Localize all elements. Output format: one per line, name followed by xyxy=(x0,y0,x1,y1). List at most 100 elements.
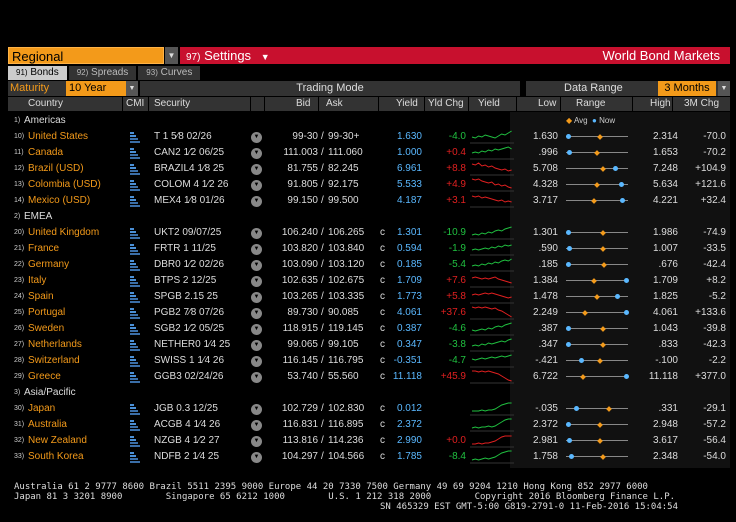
security-name[interactable]: BTPS 2 12/25 xyxy=(154,273,216,289)
security-name[interactable]: CAN2 1⁄2 06/25 xyxy=(154,145,224,161)
security-name[interactable]: NZGB 4 1⁄2 27 xyxy=(154,433,220,449)
table-row[interactable]: 26) Sweden SGB2 1⁄2 05/25 ▼ 118.915/119.145 c… xyxy=(8,321,730,337)
country-name[interactable]: Mexico (USD) xyxy=(28,193,90,209)
table-row[interactable]: 24) Spain SPGB 2.15 25 ▼ 103.265/103.335 c 1.7… xyxy=(8,289,730,305)
security-menu-icon[interactable]: ▼ xyxy=(251,180,262,191)
security-menu-icon[interactable]: ▼ xyxy=(251,404,262,415)
security-name[interactable]: MEX4 1⁄8 01/26 xyxy=(154,193,225,209)
table-row[interactable]: 12) Brazil (USD) BRAZIL4 1⁄8 25 ▼ 81.755/ 82.… xyxy=(8,161,730,177)
group-header[interactable]: 2) EMEA xyxy=(8,209,730,225)
security-name[interactable]: FRTR 1 11/25 xyxy=(154,241,216,257)
security-menu-icon[interactable]: ▼ xyxy=(251,292,262,303)
security-menu-icon[interactable]: ▼ xyxy=(251,132,262,143)
header-cmi[interactable]: CMI xyxy=(126,97,144,111)
table-row[interactable]: 29) Greece GGB3 02/24/26 ▼ 53.740/55.560 c 11.… xyxy=(8,369,730,385)
security-name[interactable]: JGB 0.3 12/25 xyxy=(154,401,218,417)
security-menu-icon[interactable]: ▼ xyxy=(251,372,262,383)
table-row[interactable]: 32) New Zealand NZGB 4 1⁄2 27 ▼ 113.816/ 114.… xyxy=(8,433,730,449)
region-dropdown-icon[interactable]: ▼ xyxy=(164,47,178,64)
table-row[interactable]: 23) Italy BTPS 2 12/25 ▼ 102.635/102.675 c 1.7… xyxy=(8,273,730,289)
header-security[interactable]: Security xyxy=(154,97,190,111)
security-name[interactable]: ACGB 4 1⁄4 26 xyxy=(154,417,220,433)
header-yld-chg[interactable]: Yld Chg xyxy=(428,97,464,111)
security-name[interactable]: SPGB 2.15 25 xyxy=(154,289,218,305)
security-menu-icon[interactable]: ▼ xyxy=(251,196,262,207)
security-menu-icon[interactable]: ▼ xyxy=(251,164,262,175)
security-menu-icon[interactable]: ▼ xyxy=(251,340,262,351)
header-high[interactable]: High xyxy=(650,97,671,111)
table-row[interactable]: 22) Germany DBR0 1⁄2 02/26 ▼ 103.090/ 103.120… xyxy=(8,257,730,273)
security-menu-icon[interactable]: ▼ xyxy=(251,324,262,335)
table-row[interactable]: 21) France FRTR 1 11/25 ▼ 103.820/103.840 c 0.… xyxy=(8,241,730,257)
country-name[interactable]: Portugal xyxy=(28,305,65,321)
table-row[interactable]: 31) Australia ACGB 4 1⁄4 26 ▼ 116.831/ 116.89… xyxy=(8,417,730,433)
security-menu-icon[interactable]: ▼ xyxy=(251,420,262,431)
maturity-select[interactable]: 10 Year xyxy=(66,81,126,96)
header-country[interactable]: Country xyxy=(28,97,63,111)
security-name[interactable]: NDFB 2 1⁄4 25 xyxy=(154,449,219,465)
country-name[interactable]: United Kingdom xyxy=(28,225,99,241)
security-menu-icon[interactable]: ▼ xyxy=(251,148,262,159)
country-name[interactable]: Germany xyxy=(28,257,69,273)
country-name[interactable]: Spain xyxy=(28,289,54,305)
table-row[interactable]: 11) Canada CAN2 1⁄2 06/25 ▼ 111.003/ 111.060 1… xyxy=(8,145,730,161)
chevron-down-icon[interactable]: ▼ xyxy=(261,52,270,62)
table-row[interactable]: 20) United Kingdom UKT2 09/07/25 ▼ 106.240/ 1… xyxy=(8,225,730,241)
country-name[interactable]: Greece xyxy=(28,369,61,385)
header-bid[interactable]: Bid xyxy=(296,97,310,111)
security-name[interactable]: COLOM 4 1⁄2 26 xyxy=(154,177,228,193)
header-3m-chg[interactable]: 3M Chg xyxy=(684,97,719,111)
table-row[interactable]: 28) Switzerland SWISS 1 1⁄4 26 ▼ 116.145/ 116… xyxy=(8,353,730,369)
security-name[interactable]: T 1 5⁄8 02/26 xyxy=(154,129,212,145)
range-select[interactable]: 3 Months xyxy=(658,81,716,96)
country-name[interactable]: France xyxy=(28,241,59,257)
security-name[interactable]: GGB3 02/24/26 xyxy=(154,369,224,385)
group-header[interactable]: 1) Americas xyxy=(8,113,730,129)
security-name[interactable]: SGB2 1⁄2 05/25 xyxy=(154,321,224,337)
country-name[interactable]: Sweden xyxy=(28,321,64,337)
security-menu-icon[interactable]: ▼ xyxy=(251,228,262,239)
country-name[interactable]: Canada xyxy=(28,145,63,161)
table-row[interactable]: 14) Mexico (USD) MEX4 1⁄8 01/26 ▼ 99.150/ 99.… xyxy=(8,193,730,209)
security-name[interactable]: NETHER0 1⁄4 25 xyxy=(154,337,230,353)
group-header[interactable]: 3) Asia/Pacific xyxy=(8,385,730,401)
country-name[interactable]: Switzerland xyxy=(28,353,80,369)
header-yield[interactable]: Yield xyxy=(396,97,418,111)
table-row[interactable]: 13) Colombia (USD) COLOM 4 1⁄2 26 ▼ 91.805/ 9… xyxy=(8,177,730,193)
security-menu-icon[interactable]: ▼ xyxy=(251,356,262,367)
security-menu-icon[interactable]: ▼ xyxy=(251,452,262,463)
header-low[interactable]: Low xyxy=(538,97,556,111)
security-name[interactable]: DBR0 1⁄2 02/26 xyxy=(154,257,224,273)
security-menu-icon[interactable]: ▼ xyxy=(251,260,262,271)
tab-bonds[interactable]: 91) Bonds xyxy=(8,66,67,80)
table-row[interactable]: 30) Japan JGB 0.3 12/25 ▼ 102.729/102.830 c 0.… xyxy=(8,401,730,417)
table-row[interactable]: 25) Portugal PGB2 7⁄8 07/26 ▼ 89.730/90.085 c… xyxy=(8,305,730,321)
country-name[interactable]: United States xyxy=(28,129,88,145)
range-dropdown-icon[interactable]: ▼ xyxy=(718,81,730,96)
tab-curves[interactable]: 93) Curves xyxy=(138,66,201,80)
maturity-dropdown-icon[interactable]: ▼ xyxy=(126,81,138,96)
tab-spreads[interactable]: 92) Spreads xyxy=(68,66,137,80)
country-name[interactable]: New Zealand xyxy=(28,433,87,449)
table-row[interactable]: 27) Netherlands NETHER0 1⁄4 25 ▼ 99.065/ 99.1… xyxy=(8,337,730,353)
country-name[interactable]: Colombia (USD) xyxy=(28,177,101,193)
security-name[interactable]: PGB2 7⁄8 07/26 xyxy=(154,305,224,321)
country-name[interactable]: Australia xyxy=(28,417,67,433)
country-name[interactable]: Netherlands xyxy=(28,337,82,353)
header-range[interactable]: Range xyxy=(576,97,605,111)
security-menu-icon[interactable]: ▼ xyxy=(251,276,262,287)
header-ask[interactable]: Ask xyxy=(326,97,343,111)
security-menu-icon[interactable]: ▼ xyxy=(251,436,262,447)
country-name[interactable]: South Korea xyxy=(28,449,84,465)
security-name[interactable]: BRAZIL4 1⁄8 25 xyxy=(154,161,224,177)
header-yield-chart[interactable]: Yield xyxy=(478,97,500,111)
security-name[interactable]: SWISS 1 1⁄4 26 xyxy=(154,353,224,369)
country-name[interactable]: Italy xyxy=(28,273,46,289)
settings-button[interactable]: 97) Settings ▼ xyxy=(186,48,270,63)
table-row[interactable]: 33) South Korea NDFB 2 1⁄4 25 ▼ 104.297/ 104.… xyxy=(8,449,730,465)
country-name[interactable]: Japan xyxy=(28,401,55,417)
country-name[interactable]: Brazil (USD) xyxy=(28,161,84,177)
security-menu-icon[interactable]: ▼ xyxy=(251,308,262,319)
security-name[interactable]: UKT2 09/07/25 xyxy=(154,225,221,241)
table-row[interactable]: 10) United States T 1 5⁄8 02/26 ▼ 99-30/ 99-3… xyxy=(8,129,730,145)
